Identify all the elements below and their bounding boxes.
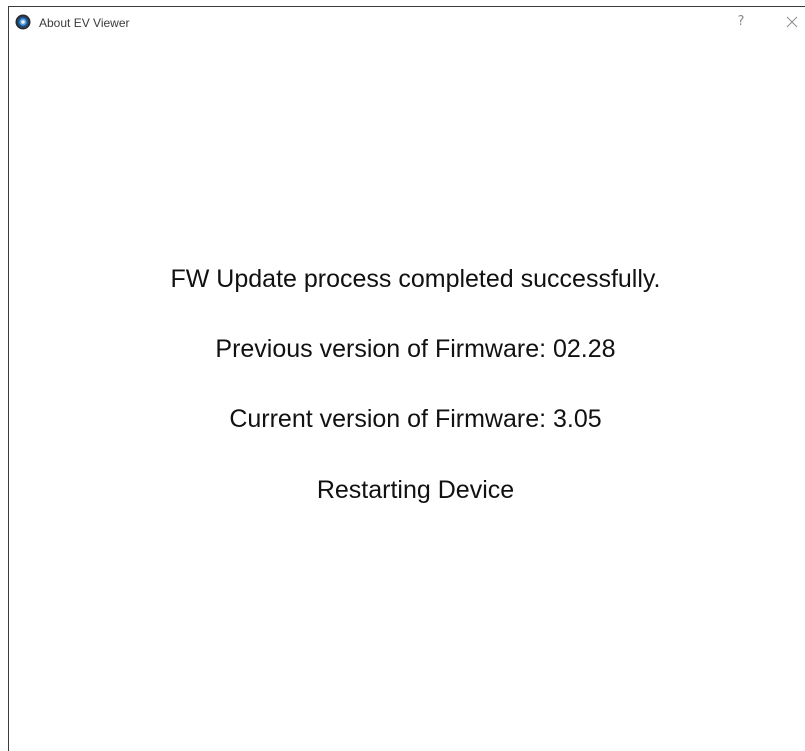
- ev-viewer-app-icon: [15, 14, 31, 30]
- update-status-message: FW Update process completed successfully…: [170, 265, 661, 293]
- close-button[interactable]: [779, 11, 805, 33]
- about-dialog-window: About EV Viewer ? FW Update process comp…: [8, 6, 805, 751]
- current-firmware-version: Current version of Firmware: 3.05: [229, 405, 602, 433]
- previous-firmware-version: Previous version of Firmware: 02.28: [215, 335, 616, 363]
- window-title: About EV Viewer: [39, 16, 130, 30]
- close-icon: [786, 16, 798, 28]
- dialog-content: FW Update process completed successfully…: [9, 37, 805, 751]
- title-bar[interactable]: About EV Viewer ?: [9, 7, 805, 37]
- restarting-device-message: Restarting Device: [316, 476, 515, 504]
- help-button[interactable]: ?: [733, 13, 749, 31]
